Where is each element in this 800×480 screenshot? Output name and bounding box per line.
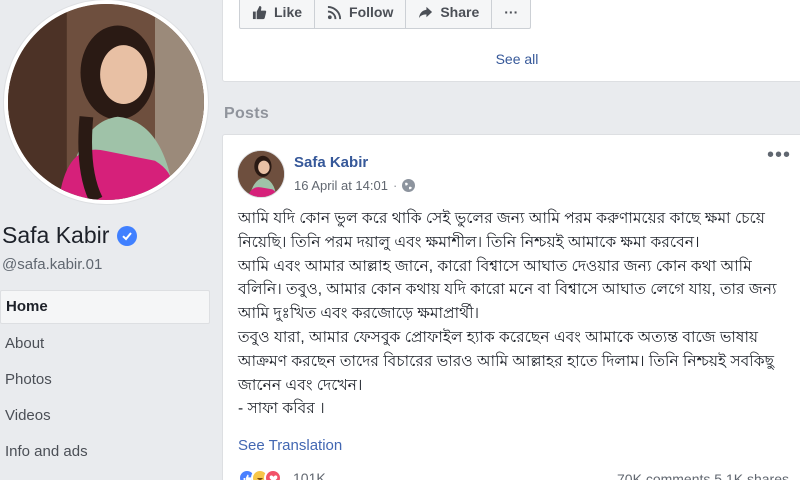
profile-name-text: Safa Kabir [2,222,110,248]
post-body: আমি যদি কোন ভুল করে থাকি সেই ভুলের জন্য … [238,207,783,421]
reaction-count: 101K [293,470,326,480]
see-translation-link[interactable]: See Translation [238,437,342,454]
nav-item-photos[interactable]: Photos [0,362,210,398]
follow-button[interactable]: Follow [315,0,407,28]
profile-username: @safa.kabir.01 [2,256,103,273]
love-reaction-icon [264,469,282,480]
post-paragraph: আমি এবং আমার আল্লাহ জানে, কারো বিশ্বাসে … [238,257,777,323]
share-arrow-icon [419,6,433,18]
see-all-link[interactable]: See all [223,51,800,67]
post-card: Safa Kabir 16 April at 14:01 · ••• আমি য… [222,134,800,480]
nav-item-home[interactable]: Home [0,290,210,324]
follow-label: Follow [349,4,394,20]
nav-item-info-and-ads[interactable]: Info and ads [0,434,210,470]
post-paragraph: আমি যদি কোন ভুল করে থাকি সেই ভুলের জন্য … [238,210,765,251]
more-options-button[interactable]: ··· [492,0,530,28]
like-page-button[interactable]: Like [240,0,316,28]
profile-nav: Home About Photos Videos Info and ads [0,290,210,470]
action-button-group: Like Follow Share ··· [239,0,532,29]
comments-count[interactable]: 70K comments [617,471,710,480]
more-dots-icon: ··· [504,4,519,20]
profile-actions-card: Like Follow Share ··· See all [222,0,800,82]
post-options-icon[interactable]: ••• [767,145,791,165]
post-timestamp[interactable]: 16 April at 14:01 [294,178,388,193]
verified-badge-icon [117,225,138,246]
nav-item-about[interactable]: About [0,326,210,362]
profile-sidebar: Safa Kabir @safa.kabir.01 Home About Pho… [0,0,222,480]
share-button[interactable]: Share [406,0,493,28]
post-author-avatar[interactable] [237,150,285,198]
post-signature: - সাফা কবির । [238,400,325,418]
posts-heading: Posts [224,105,270,122]
post-author-name[interactable]: Safa Kabir [294,154,368,171]
globe-public-icon[interactable] [402,179,416,192]
shares-count[interactable]: 5.1K shares [714,471,789,480]
post-meta: 16 April at 14:01 · [294,178,416,193]
thumbs-up-icon [252,5,267,19]
profile-name: Safa Kabir [2,222,138,249]
profile-photo-image [8,4,204,200]
share-label: Share [440,4,480,20]
reaction-icons [238,469,282,480]
profile-picture[interactable] [4,0,208,204]
reactions-summary[interactable]: 101K [238,469,326,480]
engagement-stats: 70K comments 5.1K shares [617,471,789,480]
meta-separator: · [392,178,398,193]
nav-item-videos[interactable]: Videos [0,398,210,434]
like-label: Like [274,4,303,20]
rss-follow-icon [327,5,342,19]
post-paragraph: তবুও যারা, আমার ফেসবুক প্রোফাইল হ্যাক কর… [238,328,774,394]
